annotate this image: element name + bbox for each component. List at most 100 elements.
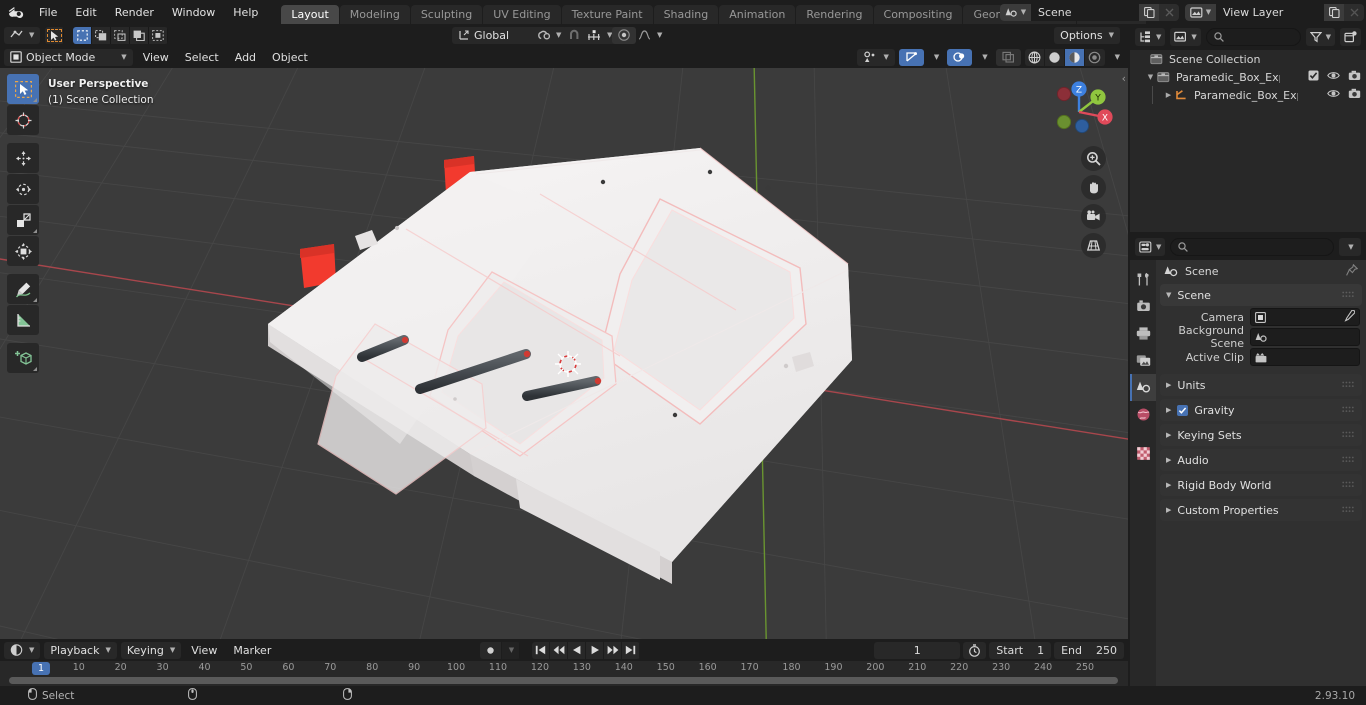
annotate-tool[interactable] xyxy=(7,274,39,304)
stopwatch-icon[interactable] xyxy=(963,641,987,659)
outliner-row-collection[interactable]: ▼ Paramedic_Box_Exploded_Vi xyxy=(1130,68,1366,86)
menu-render[interactable]: Render xyxy=(106,3,163,22)
pin-icon[interactable] xyxy=(1346,263,1359,279)
viewport-menu-add[interactable]: Add xyxy=(229,49,262,66)
add-cube-tool[interactable] xyxy=(7,343,39,373)
texture-tab[interactable] xyxy=(1130,440,1156,467)
outliner-editor[interactable]: ▼ ▼ ▼ Scene Collection ▼ Paramedic_Box_E… xyxy=(1130,24,1366,232)
zoom-icon[interactable] xyxy=(1081,146,1106,171)
snap-settings-group[interactable]: ▼ xyxy=(562,26,617,44)
tab-layout[interactable]: Layout xyxy=(281,5,339,24)
menu-file[interactable]: File xyxy=(30,3,66,22)
unlink-scene-icon[interactable] xyxy=(1159,3,1179,21)
select-box-icon[interactable] xyxy=(45,26,65,44)
auto-key-options-dropdown[interactable]: ▼ xyxy=(502,641,520,659)
filter-collection-icon[interactable]: ▼ xyxy=(1170,28,1201,46)
chevron-down-icon[interactable]: ▼ xyxy=(1339,238,1361,256)
background-scene-field[interactable] xyxy=(1250,328,1360,346)
tab-rendering[interactable]: Rendering xyxy=(796,5,873,24)
transform-tool[interactable] xyxy=(7,236,39,266)
duplicate-icon[interactable] xyxy=(1324,3,1344,21)
outliner-row-object[interactable]: ▶ Paramedic_Box_Explode xyxy=(1130,86,1366,104)
tab-compositing[interactable]: Compositing xyxy=(873,5,963,24)
viewport-menu-select[interactable]: Select xyxy=(179,49,225,66)
tab-shading[interactable]: Shading xyxy=(653,5,719,24)
object-mode-dropdown[interactable]: Object Mode ▼ xyxy=(4,48,133,66)
shading-solid-icon[interactable] xyxy=(1044,48,1065,66)
new-collection-icon[interactable] xyxy=(1340,28,1361,46)
timeline-menu-playback[interactable]: Playback ▼ xyxy=(44,641,117,659)
start-frame-field[interactable]: Start 1 xyxy=(989,641,1052,659)
shading-wireframe-icon[interactable] xyxy=(1024,48,1045,66)
overlays-toggle[interactable] xyxy=(947,48,973,66)
shading-options-dropdown[interactable]: ▼ xyxy=(1109,49,1124,66)
camera-icon[interactable] xyxy=(1348,70,1361,84)
viewport-options-dropdown[interactable]: Options ▼ xyxy=(1054,26,1120,44)
panel-gravity-header[interactable]: ▶ Gravity xyxy=(1160,399,1362,421)
tweak-tool[interactable] xyxy=(7,74,39,104)
properties-editor[interactable]: ▼ ▼ Scene ▼ Scene Camera Background Scen… xyxy=(1130,234,1366,686)
tab-sculpting[interactable]: Sculpting xyxy=(410,5,483,24)
eye-icon[interactable] xyxy=(1327,88,1340,102)
play-reverse-icon[interactable] xyxy=(568,641,586,659)
view-layer-tab[interactable] xyxy=(1130,347,1156,374)
panel-units-header[interactable]: ▶ Units xyxy=(1160,374,1362,396)
move-tool[interactable] xyxy=(7,143,39,173)
cursor-tool[interactable] xyxy=(7,105,39,135)
jump-start-icon[interactable] xyxy=(532,641,550,659)
viewport-menu-view[interactable]: View xyxy=(137,49,175,66)
tab-uv-editing[interactable]: UV Editing xyxy=(483,5,561,24)
viewport-menu-object[interactable]: Object xyxy=(266,49,314,66)
timeline-editor[interactable]: ▼ Playback ▼ Keying ▼ View Marker ▼ 1 St… xyxy=(0,639,1128,686)
view-layer-name[interactable]: View Layer xyxy=(1216,3,1324,21)
eye-icon[interactable] xyxy=(1327,70,1340,84)
camera-field[interactable] xyxy=(1250,308,1360,326)
current-frame-field[interactable]: 1 xyxy=(874,641,961,659)
camera-icon[interactable] xyxy=(1348,88,1361,102)
next-keyframe-icon[interactable] xyxy=(604,641,622,659)
view-layer-selector[interactable]: ▼ View Layer xyxy=(1185,3,1364,21)
gizmo-toggle[interactable] xyxy=(898,48,924,66)
shading-material-icon[interactable] xyxy=(1064,48,1085,66)
timeline-menu-view[interactable]: View xyxy=(185,642,223,659)
panel-rigid-body-world-header[interactable]: ▶ Rigid Body World xyxy=(1160,474,1362,496)
world-tab[interactable] xyxy=(1130,401,1156,428)
timeline-menu-keying[interactable]: Keying ▼ xyxy=(120,641,182,659)
menu-window[interactable]: Window xyxy=(163,3,224,22)
render-tab[interactable] xyxy=(1130,293,1156,320)
3d-viewport[interactable]: ▼ Global ▼ ▼ ▼ Options ▼ Object Mode ▼ V… xyxy=(0,24,1128,639)
panel-audio-header[interactable]: ▶ Audio xyxy=(1160,449,1362,471)
record-keyframe-icon[interactable] xyxy=(480,641,502,659)
chevron-left-icon[interactable]: ‹ xyxy=(1122,72,1126,85)
gizmo-options-dropdown[interactable]: ▼ xyxy=(928,49,943,66)
select-extend-icon[interactable] xyxy=(92,26,112,44)
playhead[interactable]: 1 xyxy=(31,662,51,675)
timeline-scrollbar[interactable] xyxy=(0,676,1128,685)
expand-arrow-right-icon[interactable]: ▶ xyxy=(1162,91,1175,99)
menu-help[interactable]: Help xyxy=(224,3,267,22)
xray-toggle[interactable] xyxy=(995,48,1021,66)
active-clip-field[interactable] xyxy=(1250,348,1360,366)
rotate-tool[interactable] xyxy=(7,174,39,204)
select-subtract-icon[interactable] xyxy=(111,26,131,44)
select-intersect-icon[interactable] xyxy=(149,26,169,44)
scene-selector[interactable]: ▼ Scene xyxy=(1000,3,1179,21)
timeline-editor-icon[interactable]: ▼ xyxy=(4,641,41,659)
funnel-icon[interactable]: ▼ xyxy=(1305,28,1335,46)
tab-modeling[interactable]: Modeling xyxy=(339,5,410,24)
play-icon[interactable] xyxy=(586,641,604,659)
select-invert-icon[interactable] xyxy=(130,26,150,44)
scene-icon[interactable]: ▼ xyxy=(1000,3,1031,21)
remove-view-layer-icon[interactable] xyxy=(1344,3,1364,21)
scale-tool[interactable] xyxy=(7,205,39,235)
pan-hand-icon[interactable] xyxy=(1081,175,1106,200)
prev-keyframe-icon[interactable] xyxy=(550,641,568,659)
view-layer-icon[interactable]: ▼ xyxy=(1185,3,1216,21)
falloff-type-dropdown[interactable]: ▼ xyxy=(632,27,668,44)
overlay-options-dropdown[interactable]: ▼ xyxy=(976,49,991,66)
eyedropper-icon[interactable] xyxy=(1343,309,1356,325)
ortho-persp-icon[interactable] xyxy=(1081,233,1106,258)
jump-end-icon[interactable] xyxy=(622,641,640,659)
menu-edit[interactable]: Edit xyxy=(66,3,105,22)
end-frame-field[interactable]: End 250 xyxy=(1054,641,1124,659)
